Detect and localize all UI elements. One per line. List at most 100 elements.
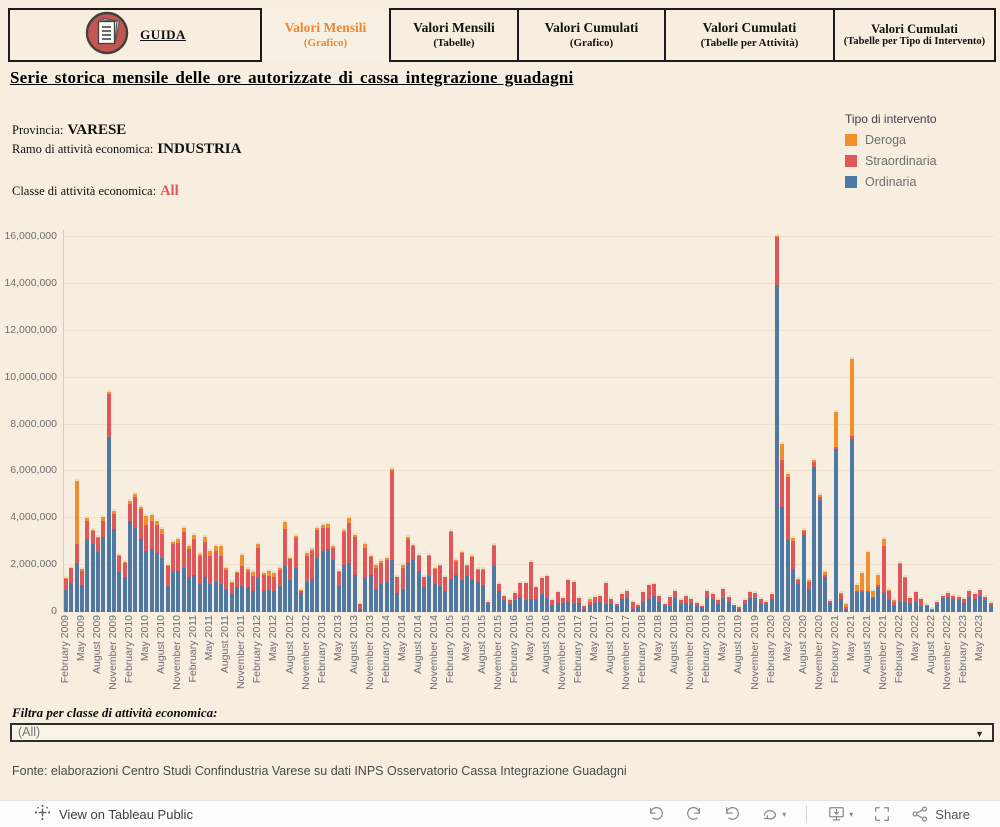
bar-column[interactable] <box>764 600 768 612</box>
bar-column[interactable] <box>107 390 111 612</box>
bar-column[interactable] <box>256 542 260 612</box>
bar-column[interactable] <box>684 594 688 612</box>
bar-column[interactable] <box>315 526 319 612</box>
share-button[interactable]: Share <box>911 805 970 823</box>
refresh-button[interactable]: ▾ <box>761 805 786 823</box>
bar-column[interactable] <box>967 589 971 612</box>
bar-column[interactable] <box>796 577 800 612</box>
bar-column[interactable] <box>230 580 234 612</box>
bar-column[interactable] <box>112 509 116 612</box>
bar-column[interactable] <box>64 576 68 612</box>
bar-column[interactable] <box>545 574 549 612</box>
bar-column[interactable] <box>812 458 816 612</box>
bar-column[interactable] <box>951 594 955 612</box>
bar-column[interactable] <box>593 595 597 612</box>
bar-column[interactable] <box>962 597 966 612</box>
bar-column[interactable] <box>96 535 100 612</box>
bar-column[interactable] <box>941 594 945 612</box>
tab-valori-cumulati-tabelle-tipo-intervento[interactable]: Valori Cumulati (Tabelle per Tipo di Int… <box>833 8 996 62</box>
bar-column[interactable] <box>502 594 506 612</box>
bar-column[interactable] <box>887 588 891 612</box>
bar-column[interactable] <box>294 534 298 612</box>
redo-button[interactable] <box>685 805 703 823</box>
bar-column[interactable] <box>390 467 394 612</box>
bar-column[interactable] <box>978 588 982 612</box>
bar-column[interactable] <box>566 578 570 612</box>
fullscreen-button[interactable] <box>873 805 891 823</box>
bar-column[interactable] <box>759 597 763 612</box>
bar-column[interactable] <box>855 583 859 612</box>
bar-column[interactable] <box>326 522 330 612</box>
bar-column[interactable] <box>892 598 896 612</box>
bar-column[interactable] <box>973 592 977 612</box>
bar-column[interactable] <box>598 594 602 612</box>
bar-column[interactable] <box>540 576 544 612</box>
bar-column[interactable] <box>689 597 693 612</box>
bar-column[interactable] <box>850 357 854 612</box>
bar-column[interactable] <box>278 566 282 612</box>
bar-column[interactable] <box>753 591 757 612</box>
bar-column[interactable] <box>363 542 367 612</box>
bar-column[interactable] <box>582 604 586 612</box>
bar-column[interactable] <box>518 581 522 612</box>
bar-column[interactable] <box>101 515 105 612</box>
bar-column[interactable] <box>219 544 223 612</box>
bar-column[interactable] <box>465 563 469 612</box>
bar-column[interactable] <box>721 587 725 612</box>
bar-column[interactable] <box>305 551 309 612</box>
bar-column[interactable] <box>422 575 426 612</box>
bar-column[interactable] <box>395 575 399 612</box>
bar-column[interactable] <box>673 589 677 612</box>
bar-column[interactable] <box>802 528 806 612</box>
bar-column[interactable] <box>983 595 987 612</box>
bar-column[interactable] <box>288 556 292 612</box>
undo-button[interactable] <box>647 805 665 823</box>
bar-column[interactable] <box>716 598 720 612</box>
bar-column[interactable] <box>866 550 870 612</box>
bar-column[interactable] <box>214 544 218 612</box>
download-button[interactable]: ▾ <box>827 805 853 823</box>
bar-column[interactable] <box>882 537 886 612</box>
bar-column[interactable] <box>123 560 127 612</box>
bar-column[interactable] <box>85 516 89 612</box>
bar-column[interactable] <box>609 597 613 612</box>
bar-column[interactable] <box>160 527 164 612</box>
bar-column[interactable] <box>208 549 212 612</box>
bar-column[interactable] <box>946 591 950 612</box>
bar-column[interactable] <box>358 602 362 612</box>
bar-column[interactable] <box>524 581 528 612</box>
bar-column[interactable] <box>433 566 437 612</box>
view-on-tableau-public[interactable]: View on Tableau Public <box>34 804 193 824</box>
classe-filter-dropdown[interactable]: (All) ▼ <box>10 723 994 742</box>
bar-column[interactable] <box>267 569 271 612</box>
bar-column[interactable] <box>679 598 683 612</box>
bar-column[interactable] <box>834 410 838 612</box>
bar-column[interactable] <box>989 601 993 612</box>
bar-column[interactable] <box>957 595 961 612</box>
bar-column[interactable] <box>492 543 496 612</box>
bar-column[interactable] <box>786 472 790 612</box>
tab-valori-mensili-tabelle[interactable]: Valori Mensili (Tabelle) <box>389 8 519 62</box>
bar-column[interactable] <box>139 505 143 612</box>
bar-column[interactable] <box>935 600 939 612</box>
bar-column[interactable] <box>903 575 907 612</box>
bar-column[interactable] <box>91 528 95 612</box>
bar-column[interactable] <box>427 553 431 612</box>
bar-column[interactable] <box>150 513 154 612</box>
bar-column[interactable] <box>636 603 640 612</box>
bar-column[interactable] <box>770 592 774 612</box>
reset-button[interactable] <box>723 805 741 823</box>
bar-column[interactable] <box>299 588 303 612</box>
bar-column[interactable] <box>914 590 918 612</box>
bar-column[interactable] <box>486 600 490 612</box>
bar-column[interactable] <box>641 590 645 612</box>
bar-column[interactable] <box>198 552 202 612</box>
bar-column[interactable] <box>283 520 287 612</box>
bar-column[interactable] <box>497 582 501 612</box>
bar-column[interactable] <box>604 581 608 612</box>
bar-column[interactable] <box>80 567 84 612</box>
bar-column[interactable] <box>572 580 576 612</box>
bar-column[interactable] <box>144 514 148 612</box>
bar-column[interactable] <box>908 596 912 612</box>
bar-column[interactable] <box>748 590 752 612</box>
